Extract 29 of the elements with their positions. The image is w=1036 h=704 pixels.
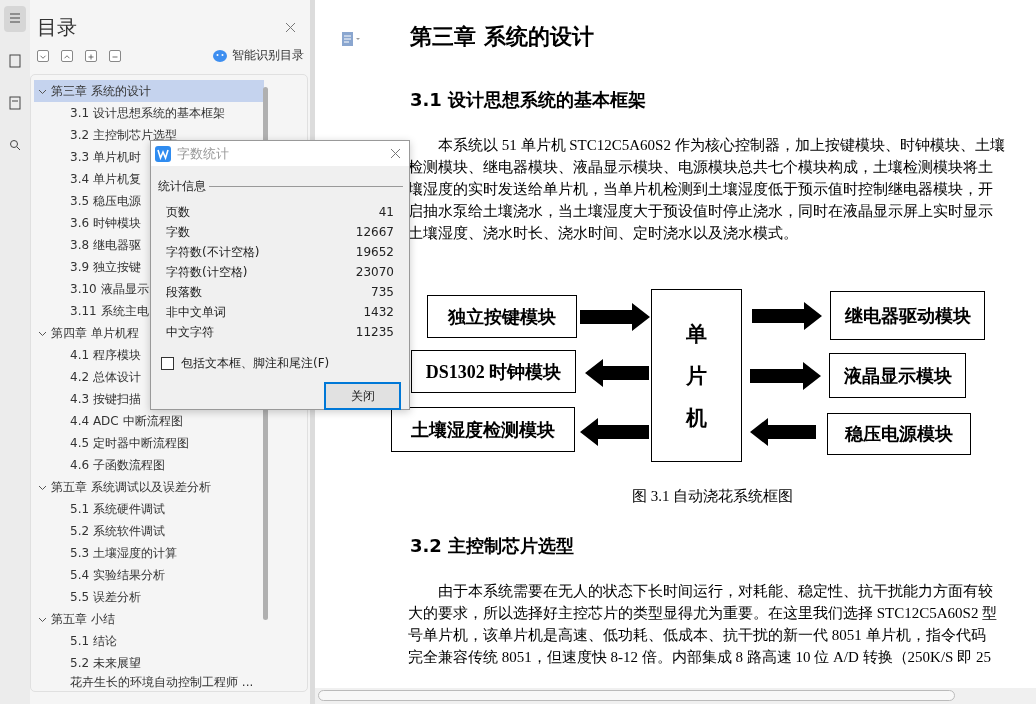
figure-caption: 图 3.1 自动浇花系统框图 <box>632 487 795 506</box>
section-heading: 3.1 设计思想系统的基本框架 <box>410 88 648 112</box>
stat-label: 页数 <box>166 203 190 221</box>
group-label: 统计信息 <box>158 178 206 195</box>
stat-value: 23070 <box>355 265 394 279</box>
dialog-title: 字数统计 <box>177 144 229 163</box>
diagram-box: 继电器驱动模块 <box>830 291 985 340</box>
panel-title: 目录 <box>37 14 77 41</box>
diagram-box: 土壤湿度检测模块 <box>391 407 575 452</box>
diagram-box: 液晶显示模块 <box>829 353 966 398</box>
section-heading: 3.2 主控制芯片选型 <box>410 534 576 558</box>
stat-label: 字符数(不计空格) <box>166 243 260 261</box>
stat-value: 735 <box>371 285 394 299</box>
diagram-box: DS1302 时钟模块 <box>411 350 576 393</box>
body-paragraph: 由于本系统需要在无人的状态下长时间运行，对耗能、稳定性、抗干扰能力方面有较 大的要求，所以选择好主控芯片的类型显得尤为重要。在这里我们选择 STC12C5A60S2 型 号单片机，该单片机是高速、低功耗、低成本、抗干扰的新一代 8051 单片机，指令代码 完全兼容传统 8051，但速度快 8-12 倍。内部集成 8 路高速 10 位 A/D 转换（250K/S 即 25 <box>408 582 999 667</box>
stat-value: 11235 <box>355 325 394 339</box>
diagram-box: 单片机 <box>651 289 742 462</box>
stat-value: 41 <box>378 205 394 219</box>
diagram-box: 独立按键模块 <box>427 295 577 338</box>
stat-label: 非中文单词 <box>166 303 226 321</box>
diagram-box: 稳压电源模块 <box>827 413 971 455</box>
chapter-heading: 第三章 系统的设计 <box>410 23 595 51</box>
stat-label: 字数 <box>166 223 190 241</box>
stat-label: 中文字符 <box>166 323 214 341</box>
stat-label: 字符数(计空格) <box>166 263 248 281</box>
stat-value: 12667 <box>355 225 394 239</box>
stat-label: 段落数 <box>166 283 202 301</box>
stat-value: 19652 <box>355 245 394 259</box>
stat-value: 1432 <box>363 305 394 319</box>
